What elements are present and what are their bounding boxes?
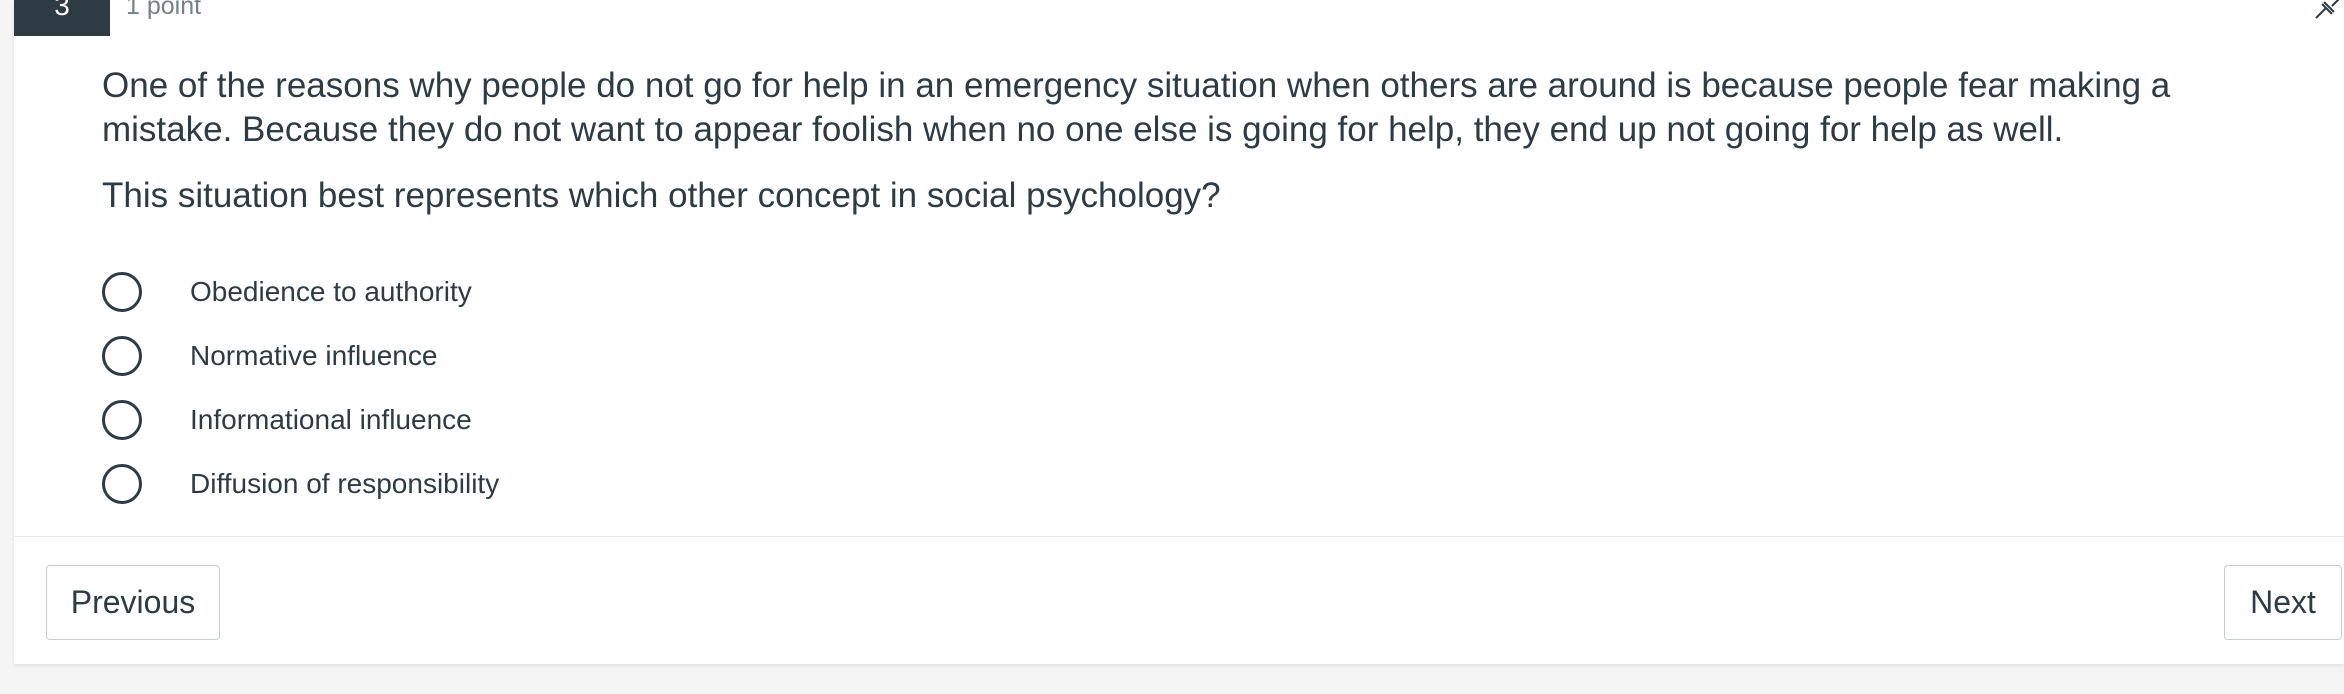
answer-label: Obedience to authority <box>190 276 472 307</box>
answer-label: Normative influence <box>190 340 438 371</box>
question-points: 1 point <box>126 0 202 20</box>
question-paragraph-2: This situation best represents which oth… <box>102 176 1221 215</box>
answer-list: Obedience to authority Normative influen… <box>102 260 1302 516</box>
answer-option[interactable]: Informational influence <box>102 388 1302 452</box>
question-paragraph-1: One of the reasons why people do not go … <box>102 66 2171 149</box>
answer-option[interactable]: Obedience to authority <box>102 260 1302 324</box>
radio-button[interactable] <box>102 400 142 440</box>
answer-label: Informational influence <box>190 404 472 435</box>
question-text: One of the reasons why people do not go … <box>102 64 2302 242</box>
question-number-badge: 3 <box>14 0 110 36</box>
radio-button[interactable] <box>102 272 142 312</box>
radio-button[interactable] <box>102 464 142 504</box>
previous-button[interactable]: Previous <box>46 565 220 640</box>
footer-divider <box>14 536 2344 537</box>
pin-icon[interactable] <box>2310 0 2344 20</box>
radio-button[interactable] <box>102 336 142 376</box>
answer-option[interactable]: Normative influence <box>102 324 1302 388</box>
answer-option[interactable]: Diffusion of responsibility <box>102 452 1302 516</box>
question-number: 3 <box>54 0 70 21</box>
quiz-question-card: 3 1 point One of the reasons why people … <box>14 0 2344 664</box>
answer-label: Diffusion of responsibility <box>190 468 500 499</box>
next-button[interactable]: Next <box>2224 565 2342 640</box>
